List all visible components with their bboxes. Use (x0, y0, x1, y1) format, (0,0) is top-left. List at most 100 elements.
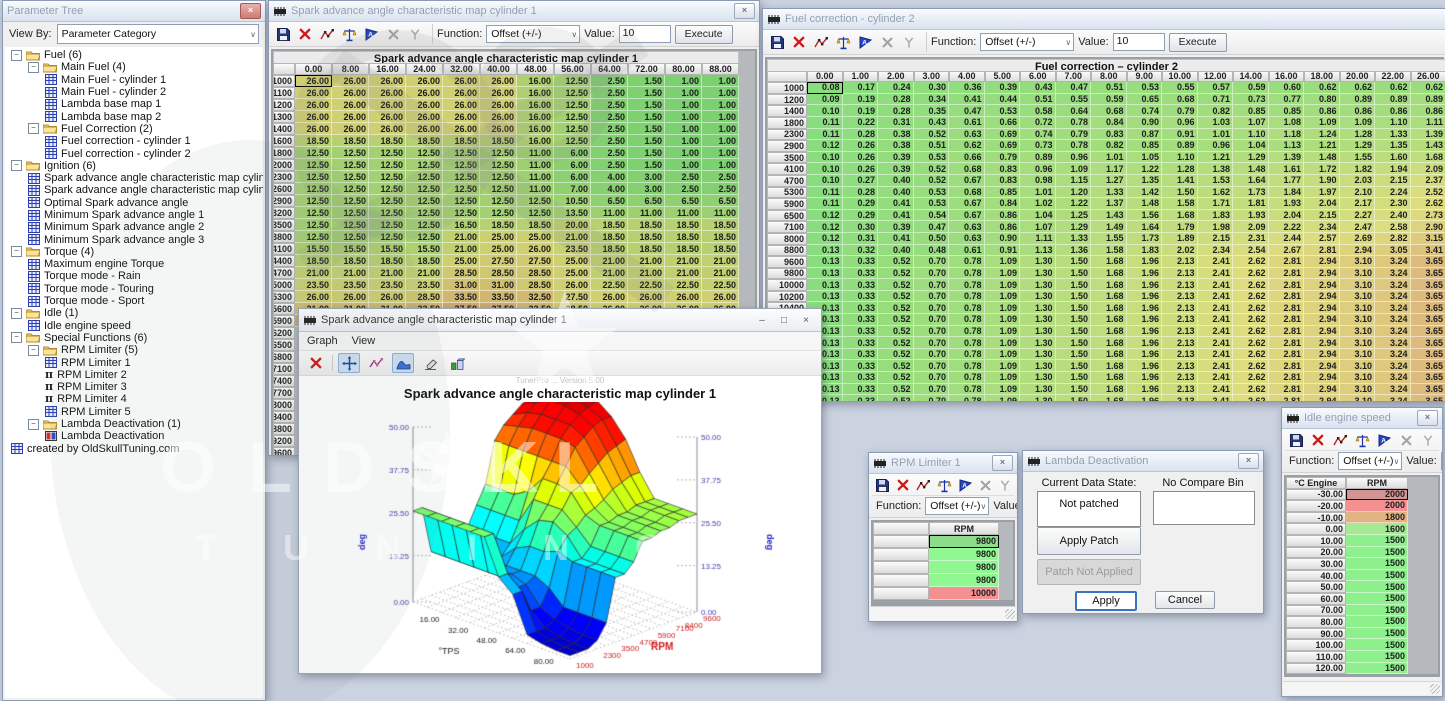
map-cell[interactable]: 18.50 (702, 231, 739, 243)
map-cell[interactable]: 0.13 (807, 291, 843, 303)
minimize-button[interactable]: – (751, 312, 773, 328)
map-cell[interactable]: 3.10 (1340, 326, 1376, 338)
row-header[interactable]: 7100 (767, 221, 807, 233)
map-cell[interactable]: 1.96 (1127, 372, 1163, 384)
map-cell[interactable]: 1.68 (1091, 268, 1127, 280)
map-cell[interactable]: 2.10 (1340, 187, 1376, 199)
close-button[interactable]: × (1417, 410, 1438, 426)
map-cell[interactable]: 2.15 (1198, 233, 1234, 245)
column-header[interactable]: 2.00 (878, 71, 914, 83)
map-cell[interactable]: 12.50 (295, 183, 332, 195)
map-cell[interactable]: 15.50 (295, 243, 332, 255)
map-cell[interactable]: 26.00 (295, 291, 332, 303)
map-cell[interactable]: 3.10 (1340, 384, 1376, 396)
map-cell[interactable]: 3.65 (1411, 360, 1445, 372)
map-cell[interactable]: 18.50 (295, 135, 332, 147)
map-cell[interactable]: 26.00 (332, 123, 369, 135)
map-cell[interactable]: 0.33 (843, 302, 879, 314)
column-header[interactable]: 6.00 (1020, 71, 1056, 83)
map-cell[interactable]: 2.50 (591, 87, 628, 99)
temp-cell[interactable]: 100.00 (1286, 639, 1346, 651)
map-cell[interactable]: 0.86 (1375, 105, 1411, 117)
map-cell[interactable]: 1.09 (1304, 117, 1340, 129)
map-cell[interactable]: 1.08 (1269, 117, 1305, 129)
rpm-cell[interactable]: 1500 (1346, 605, 1408, 617)
map-cell[interactable]: 25.00 (480, 231, 517, 243)
map-cell[interactable]: 1.50 (1056, 291, 1092, 303)
map-cell[interactable]: 0.78 (949, 326, 985, 338)
map-cell[interactable]: 0.70 (914, 337, 950, 349)
map-cell[interactable]: 2.13 (1162, 302, 1198, 314)
map-cell[interactable]: 2.09 (1411, 163, 1445, 175)
tree-item[interactable]: −Special Functions (6) (5, 332, 263, 344)
column-header[interactable]: 8.00 (1091, 71, 1127, 83)
map-cell[interactable]: 0.63 (949, 233, 985, 245)
map-cell[interactable]: 16.00 (517, 123, 554, 135)
cut-x-icon[interactable] (1398, 432, 1414, 448)
map-cell[interactable]: 0.78 (949, 384, 985, 396)
map-cell[interactable]: 1.68 (1091, 372, 1127, 384)
map-cell[interactable]: 1.50 (1056, 302, 1092, 314)
row-header[interactable]: 8800 (767, 245, 807, 257)
map-cell[interactable]: 0.91 (1162, 129, 1198, 141)
map-cell[interactable]: 2.50 (665, 171, 702, 183)
map-cell[interactable]: 2.50 (702, 171, 739, 183)
map-cell[interactable]: 2.94 (1304, 256, 1340, 268)
tree-item[interactable]: −Fuel (6) (5, 49, 263, 61)
collapse-toggle[interactable]: − (28, 345, 39, 356)
map-cell[interactable]: 1.58 (1162, 198, 1198, 210)
map-cell[interactable]: 11.00 (591, 207, 628, 219)
cancel-button[interactable]: Cancel (1155, 591, 1215, 609)
map-cell[interactable]: 27.50 (480, 255, 517, 267)
map-cell[interactable]: 0.96 (1020, 163, 1056, 175)
map-cell[interactable]: 0.28 (878, 94, 914, 106)
map-cell[interactable]: 0.89 (1375, 94, 1411, 106)
map-cell[interactable]: 1.83 (1198, 210, 1234, 222)
tree-item[interactable]: RPM Limiter 5 (5, 406, 263, 418)
map-cell[interactable]: 1.09 (985, 384, 1021, 396)
map-cell[interactable]: 26.00 (554, 279, 591, 291)
map-cell[interactable]: 12.50 (406, 207, 443, 219)
row-header[interactable]: 5600 (273, 303, 295, 315)
map-cell[interactable]: 0.52 (878, 395, 914, 402)
tree-item[interactable]: Torque mode - Rain (5, 270, 263, 282)
map-cell[interactable]: 15.50 (406, 243, 443, 255)
map-cell[interactable]: 26.00 (369, 123, 406, 135)
map-cell[interactable]: 1.68 (1091, 279, 1127, 291)
map-cell[interactable]: 0.43 (1020, 82, 1056, 94)
map-cell[interactable]: 25.00 (554, 255, 591, 267)
row-header[interactable]: 5300 (767, 187, 807, 199)
map-cell[interactable]: 12.50 (554, 111, 591, 123)
map-cell[interactable]: 0.78 (949, 360, 985, 372)
tree-item[interactable]: Lambda base map 2 (5, 110, 263, 122)
map-cell[interactable]: 0.53 (985, 105, 1021, 117)
map-cell[interactable]: 2.94 (1304, 395, 1340, 402)
map-cell[interactable]: 2.62 (1233, 384, 1269, 396)
map-cell[interactable]: 1.30 (1020, 384, 1056, 396)
map-cell[interactable]: 0.47 (949, 105, 985, 117)
map-cell[interactable]: 2.94 (1340, 245, 1376, 257)
collapse-toggle[interactable]: − (11, 160, 22, 171)
map-cell[interactable]: 2.94 (1304, 302, 1340, 314)
map-cell[interactable]: 1.96 (1127, 337, 1163, 349)
map-cell[interactable]: 1.00 (702, 75, 739, 87)
map-cell[interactable]: 23.50 (369, 279, 406, 291)
map-cell[interactable]: 0.86 (1340, 105, 1376, 117)
map-cell[interactable]: 1.10 (1162, 152, 1198, 164)
tree-item[interactable]: −Ignition (6) (5, 160, 263, 172)
map-cell[interactable]: 32.50 (517, 291, 554, 303)
map-cell[interactable]: 12.50 (517, 195, 554, 207)
map-cell[interactable]: 1.03 (1198, 117, 1234, 129)
function-select[interactable]: Offset (+/-)∨ (925, 497, 989, 515)
map-cell[interactable]: 18.50 (628, 243, 665, 255)
map-cell[interactable]: 0.27 (843, 175, 879, 187)
map-cell[interactable]: 0.63 (949, 129, 985, 141)
map-cell[interactable]: 10.50 (554, 195, 591, 207)
rpm-cell[interactable]: 1600 (1346, 523, 1408, 535)
map-cell[interactable]: 2.81 (1269, 291, 1305, 303)
map-cell[interactable]: 3.24 (1375, 302, 1411, 314)
map-cell[interactable]: 2.50 (591, 123, 628, 135)
map-cell[interactable]: 1.58 (1091, 245, 1127, 257)
map-cell[interactable]: 3.24 (1375, 360, 1411, 372)
map-cell[interactable]: 0.11 (807, 187, 843, 199)
